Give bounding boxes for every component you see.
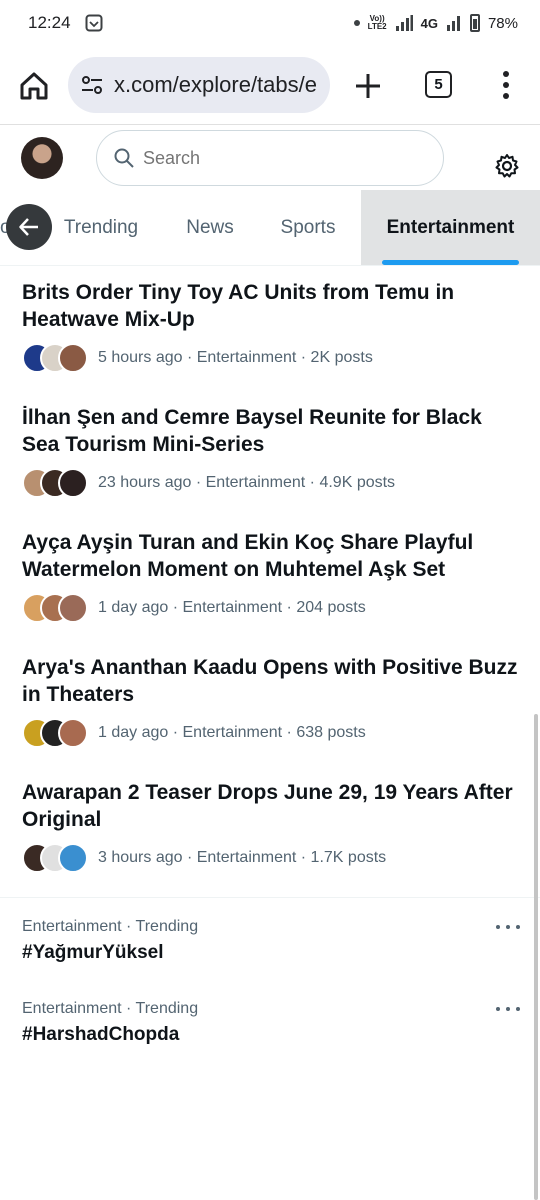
volte-indicator: Vo)) LTE2 <box>368 15 387 31</box>
trend-avatars <box>22 468 88 498</box>
trend-title[interactable]: Awarapan 2 Teaser Drops June 29, 19 Year… <box>22 779 522 833</box>
arrow-left-icon <box>19 218 38 236</box>
trend-avatars <box>22 593 88 623</box>
divider <box>0 124 540 125</box>
avatar <box>58 843 88 873</box>
site-settings-icon[interactable] <box>80 73 104 97</box>
signal-2-icon <box>446 16 460 31</box>
battery-icon <box>469 14 480 32</box>
signal-icon <box>395 15 413 31</box>
trend-meta-text: 23 hours ago · Entertainment · 4.9K post… <box>98 474 396 491</box>
network-type: 4G <box>420 15 438 31</box>
more-options-icon[interactable] <box>496 1004 520 1014</box>
avatar <box>58 343 88 373</box>
home-icon[interactable] <box>18 70 50 102</box>
trend-meta: 23 hours ago · Entertainment · 4.9K post… <box>22 468 522 498</box>
hashtag-trend-item[interactable]: Entertainment · Trending #YağmurYüksel <box>22 918 522 964</box>
trend-meta-text: 1 day ago · Entertainment · 638 posts <box>98 724 366 741</box>
status-bar: 12:24 Vo)) LTE2 4G 78% <box>0 0 540 46</box>
trend-title[interactable]: Brits Order Tiny Toy AC Units from Temu … <box>22 279 522 333</box>
trend-item[interactable]: İlhan Şen and Cemre Baysel Reunite for B… <box>22 404 522 498</box>
address-bar[interactable]: x.com/explore/tabs/e <box>68 57 330 113</box>
volte-line2: LTE2 <box>367 22 387 31</box>
search-input[interactable] <box>143 147 403 169</box>
new-tab-icon[interactable] <box>352 70 384 102</box>
divider <box>0 897 540 898</box>
trend-meta: 1 day ago · Entertainment · 638 posts <box>22 718 522 748</box>
trend-title[interactable]: İlhan Şen and Cemre Baysel Reunite for B… <box>22 404 522 458</box>
tab-news[interactable]: News <box>164 190 256 265</box>
url-text[interactable]: x.com/explore/tabs/e <box>114 72 317 98</box>
status-time: 12:24 <box>28 13 71 32</box>
hashtag-name[interactable]: #HarshadChopda <box>22 1024 522 1046</box>
notification-dot-icon <box>353 20 360 26</box>
search-box[interactable] <box>96 130 444 186</box>
trend-title[interactable]: Arya's Ananthan Kaadu Opens with Positiv… <box>22 654 522 708</box>
tab-switcher-button[interactable]: 5 <box>425 71 452 98</box>
hashtag-trend-item[interactable]: Entertainment · Trending #HarshadChopda <box>22 1000 522 1046</box>
search-icon <box>114 148 134 168</box>
settings-gear-icon[interactable] <box>494 153 520 179</box>
avatar <box>58 718 88 748</box>
tab-entertainment-label: Entertainment <box>386 216 515 238</box>
hashtag-context: Entertainment · Trending <box>22 1000 199 1017</box>
trend-meta-text: 5 hours ago · Entertainment · 2K posts <box>98 349 373 366</box>
trend-title[interactable]: Ayça Ayşin Turan and Ekin Koç Share Play… <box>22 529 522 583</box>
hashtag-name[interactable]: #YağmurYüksel <box>22 942 522 964</box>
divider <box>0 265 540 266</box>
browser-menu-icon[interactable] <box>496 68 516 102</box>
trend-meta-text: 1 day ago · Entertainment · 204 posts <box>98 599 366 616</box>
more-options-icon[interactable] <box>496 922 520 932</box>
avatar <box>58 468 88 498</box>
trend-meta: 1 day ago · Entertainment · 204 posts <box>22 593 522 623</box>
battery-level: 78% <box>487 14 518 32</box>
trend-meta: 5 hours ago · Entertainment · 2K posts <box>22 343 522 373</box>
scroll-tabs-back-button[interactable] <box>6 204 52 250</box>
scrollbar[interactable] <box>534 714 538 1200</box>
tab-entertainment[interactable]: Entertainment <box>361 190 540 265</box>
explore-tabs: o Trending News Sports Entertainment <box>0 190 540 265</box>
trend-avatars <box>22 718 88 748</box>
trend-meta: 3 hours ago · Entertainment · 1.7K posts <box>22 843 522 873</box>
browser-toolbar: x.com/explore/tabs/e 5 <box>0 54 540 116</box>
screenshot-notification-icon <box>85 14 103 32</box>
trend-avatars <box>22 343 88 373</box>
trend-item[interactable]: Arya's Ananthan Kaadu Opens with Positiv… <box>22 654 522 748</box>
tab-sports[interactable]: Sports <box>258 190 358 265</box>
trend-item[interactable]: Ayça Ayşin Turan and Ekin Koç Share Play… <box>22 529 522 623</box>
trend-item[interactable]: Brits Order Tiny Toy AC Units from Temu … <box>22 279 522 373</box>
hashtag-context: Entertainment · Trending <box>22 918 199 935</box>
trend-meta-text: 3 hours ago · Entertainment · 1.7K posts <box>98 849 387 866</box>
avatar <box>58 593 88 623</box>
tab-trending[interactable]: Trending <box>40 190 162 265</box>
profile-avatar[interactable] <box>21 137 63 179</box>
trend-avatars <box>22 843 88 873</box>
trend-item[interactable]: Awarapan 2 Teaser Drops June 29, 19 Year… <box>22 779 522 873</box>
